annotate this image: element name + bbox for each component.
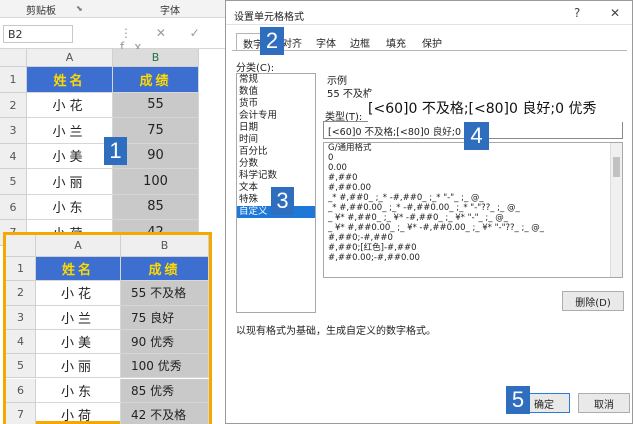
category-item[interactable]: 会计专用	[237, 110, 315, 122]
cancel-button[interactable]: 取消	[578, 393, 630, 413]
format-code-list[interactable]: G/通用格式 0 0.00 #,##0 #,##0.00 _* #,##0_ ;_* -#…	[323, 142, 623, 278]
tab-divider	[232, 50, 627, 51]
row-header[interactable]: 2	[6, 281, 36, 306]
clipboard-launcher-icon[interactable]: ⬊	[76, 4, 83, 13]
dialog-titlebar: 设置单元格格式 ? ✕	[226, 1, 632, 25]
step-badge-1: 1	[104, 137, 127, 165]
row-header[interactable]: 4	[0, 143, 27, 169]
format-code-item[interactable]: #,##0.00;-#,##0.00	[324, 253, 622, 263]
cell-score[interactable]: 55 不及格	[121, 281, 209, 306]
row-header[interactable]: 5	[0, 169, 27, 195]
cell-score[interactable]: 85 优秀	[121, 378, 209, 403]
column-header-a[interactable]: A	[27, 49, 113, 67]
row-header[interactable]: 1	[6, 257, 36, 282]
category-item[interactable]: 分数	[237, 158, 315, 170]
cell-name[interactable]: 小东	[36, 378, 121, 403]
row-header[interactable]: 7	[6, 402, 36, 424]
cell-score[interactable]: 85	[113, 194, 199, 220]
tab-border[interactable]: 边框	[344, 33, 376, 51]
format-code-item[interactable]: 0.00	[324, 163, 622, 173]
header-score[interactable]: 成绩	[121, 257, 209, 282]
row-header[interactable]: 2	[0, 92, 27, 118]
header-score[interactable]: 成绩	[113, 67, 199, 93]
column-header-b[interactable]: B	[121, 235, 209, 257]
cell-name[interactable]: 小丽	[27, 169, 113, 195]
cell-name[interactable]: 小兰	[27, 118, 113, 144]
column-header-a[interactable]: A	[36, 235, 121, 257]
tab-fill[interactable]: 填充	[380, 33, 412, 51]
cell-score[interactable]: 100	[113, 169, 199, 195]
cell-name[interactable]: 小花	[36, 281, 121, 306]
header-name[interactable]: 姓名	[36, 257, 121, 282]
delete-button[interactable]: 删除(D)	[562, 291, 624, 311]
step-badge-5: 5	[506, 386, 530, 414]
category-item[interactable]: 科学记数	[237, 170, 315, 182]
row-header[interactable]: 1	[0, 67, 27, 93]
format-code-item[interactable]: _* #,##0_ ;_* -#,##0_ ;_* "-"_ ;_ @_	[324, 193, 622, 203]
type-code-callout: [<60]0 不及格;[<80]0 良好;0 优秀	[368, 92, 626, 122]
cell-score[interactable]: 42 不及格	[121, 402, 209, 424]
format-code-item[interactable]: #,##0;-#,##0	[324, 233, 622, 243]
cell-score[interactable]: 100 优秀	[121, 354, 209, 379]
cell-name[interactable]: 小兰	[36, 305, 121, 330]
category-item[interactable]: 日期	[237, 122, 315, 134]
category-item[interactable]: 百分比	[237, 146, 315, 158]
format-code-item[interactable]: #,##0;[红色]-#,##0	[324, 243, 622, 253]
format-code-item[interactable]: #,##0.00	[324, 183, 622, 193]
cell-score[interactable]: 90 优秀	[121, 329, 209, 355]
format-code-item[interactable]: _ ¥* #,##0_ ;_ ¥* -#,##0_ ;_ ¥* "-"_ ;_ …	[324, 213, 622, 223]
header-name[interactable]: 姓名	[27, 67, 113, 93]
select-all-corner[interactable]	[6, 235, 36, 257]
format-code-item[interactable]: _* #,##0.00_ ;_* -#,##0.00_ ;_* "-"??_ ;…	[324, 203, 622, 213]
hint-text: 以现有格式为基础，生成自定义的数字格式。	[236, 326, 436, 337]
formula-bar: B2 ⋮ ✕ ✓ fx	[0, 19, 245, 54]
format-code-item[interactable]: 0	[324, 153, 622, 163]
category-item[interactable]: 时间	[237, 134, 315, 146]
row-header[interactable]: 5	[6, 354, 36, 379]
row-header[interactable]: 6	[6, 378, 36, 403]
row-header[interactable]: 3	[6, 305, 36, 330]
format-code-item[interactable]: #,##0	[324, 173, 622, 183]
cell-score[interactable]: 75 良好	[121, 305, 209, 330]
tab-font[interactable]: 字体	[310, 33, 342, 51]
category-item[interactable]: 常规	[237, 74, 315, 86]
cell-name[interactable]: 小花	[27, 92, 113, 118]
cell-name[interactable]: 小美	[27, 143, 113, 169]
row-header[interactable]: 4	[6, 329, 36, 355]
category-item[interactable]: 数值	[237, 86, 315, 98]
format-code-item[interactable]: _ ¥* #,##0.00_ ;_ ¥* -#,##0.00_ ;_ ¥* "-…	[324, 223, 622, 233]
name-box[interactable]: B2	[3, 25, 73, 43]
row-header[interactable]: 3	[0, 118, 27, 144]
category-item[interactable]: 货币	[237, 98, 315, 110]
row-header[interactable]: 6	[0, 194, 27, 220]
step-badge-4: 4	[464, 122, 489, 150]
ribbon-group-font: 字体	[160, 6, 180, 17]
worksheet-result: A B 1 姓名 成绩 2 小花 55 不及格 3 小兰 75 良好 4 小美 90 优秀 5 小丽 100…	[3, 232, 212, 424]
close-icon[interactable]: ✕	[610, 6, 620, 20]
cell-name[interactable]: 小美	[36, 329, 121, 355]
ribbon-group-clipboard: 剪贴板	[26, 6, 56, 17]
column-header-b[interactable]: B	[113, 49, 199, 67]
cell-score[interactable]: 55	[113, 92, 199, 118]
scrollbar-thumb[interactable]	[613, 157, 620, 177]
format-list-scrollbar[interactable]	[610, 143, 622, 277]
category-label: 分类(C):	[236, 63, 275, 74]
cell-name[interactable]: 小丽	[36, 354, 121, 379]
tab-protection[interactable]: 保护	[416, 33, 448, 51]
select-all-corner[interactable]	[0, 49, 27, 67]
callout-text: [<60]0 不及格;[<80]0 良好;0 优秀	[368, 101, 597, 117]
dialog-title: 设置单元格格式	[234, 12, 304, 23]
cell-name[interactable]: 小荷	[36, 402, 121, 424]
cell-name[interactable]: 小东	[27, 194, 113, 220]
step-badge-3: 3	[271, 187, 294, 215]
help-icon[interactable]: ?	[574, 6, 580, 20]
step-badge-2: 2	[260, 27, 284, 55]
